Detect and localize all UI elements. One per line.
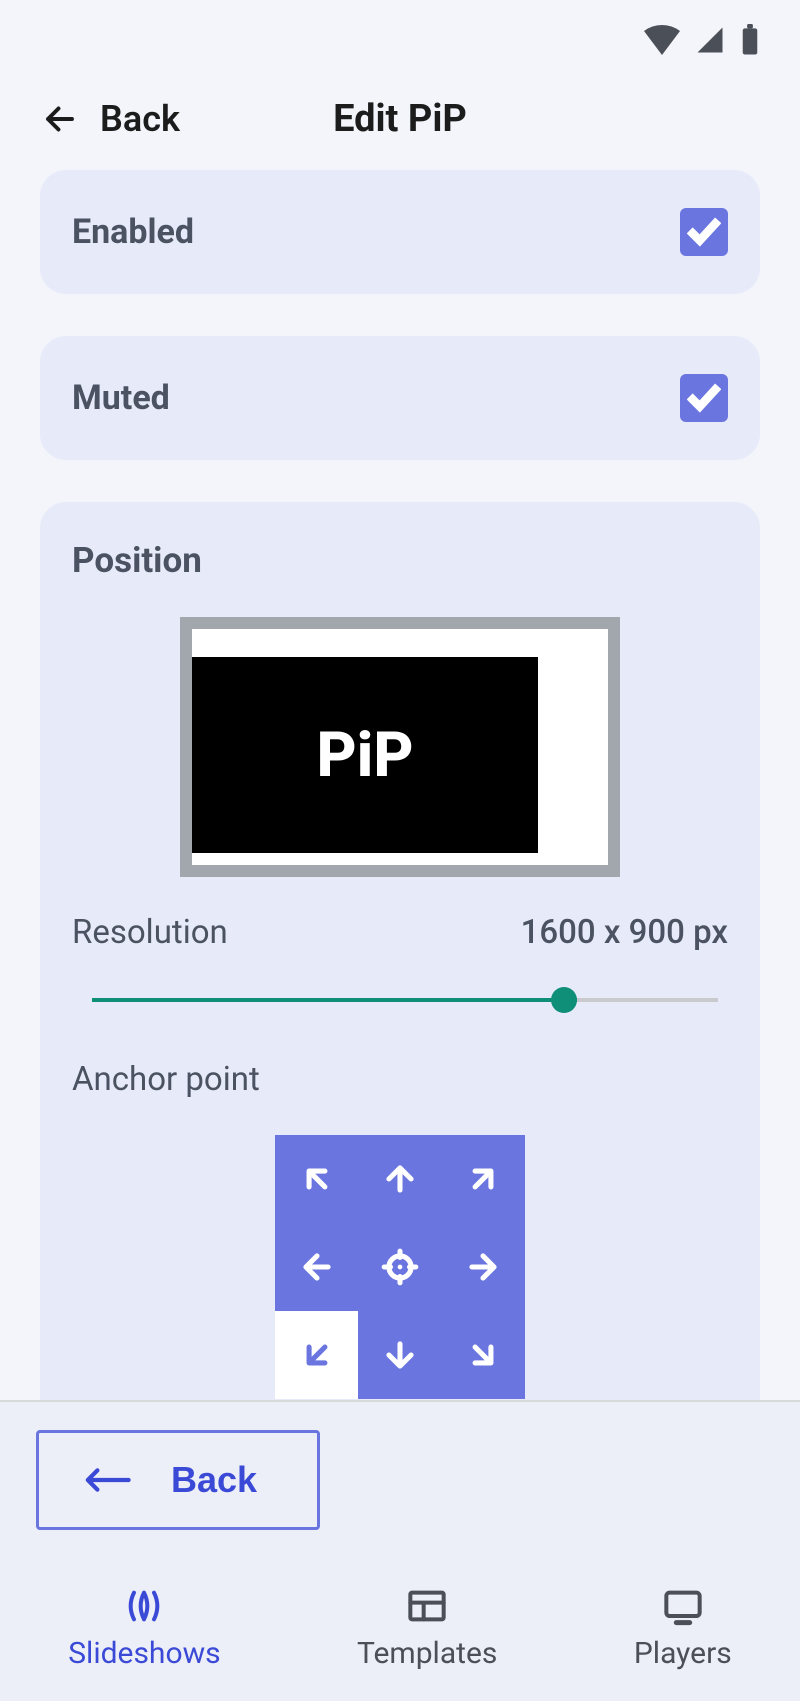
wifi-icon xyxy=(644,25,680,55)
anchor-right[interactable] xyxy=(442,1223,525,1311)
arrow-left-long-icon xyxy=(83,1465,131,1495)
tab-slideshows-label: Slideshows xyxy=(68,1636,220,1671)
arrow-right-icon xyxy=(464,1248,502,1286)
arrow-left-icon xyxy=(298,1248,336,1286)
check-icon xyxy=(687,381,721,415)
back-button[interactable]: Back xyxy=(36,1430,320,1530)
position-title: Position xyxy=(72,540,728,581)
tab-players[interactable]: Players xyxy=(634,1586,732,1671)
enabled-checkbox[interactable] xyxy=(680,208,728,256)
pip-preview[interactable]: PiP xyxy=(180,617,620,877)
back-label: Back xyxy=(100,98,180,140)
tab-templates-label: Templates xyxy=(357,1636,497,1671)
enabled-label: Enabled xyxy=(72,212,194,252)
screen: Back Edit PiP Enabled Muted Position PiP xyxy=(0,0,800,1701)
templates-icon xyxy=(403,1586,451,1626)
tab-slideshows[interactable]: Slideshows xyxy=(68,1586,220,1671)
tab-players-label: Players xyxy=(634,1636,732,1671)
battery-icon xyxy=(740,24,760,56)
slideshows-icon xyxy=(120,1586,168,1626)
anchor-bottom[interactable] xyxy=(358,1311,441,1399)
arrow-up-icon xyxy=(381,1160,419,1198)
signal-icon xyxy=(694,25,726,55)
page-title: Edit PiP xyxy=(333,97,467,141)
back-button-label: Back xyxy=(171,1459,257,1501)
pip-box[interactable]: PiP xyxy=(192,657,538,853)
players-icon xyxy=(659,1586,707,1626)
anchor-top[interactable] xyxy=(358,1135,441,1223)
back-button-header[interactable]: Back xyxy=(40,98,180,140)
anchor-top-left[interactable] xyxy=(275,1135,358,1223)
anchor-bottom-right[interactable] xyxy=(442,1311,525,1399)
tab-templates[interactable]: Templates xyxy=(357,1586,497,1671)
anchor-grid xyxy=(275,1135,525,1399)
bottom-action-bar: Back xyxy=(0,1400,800,1556)
arrow-left-icon xyxy=(40,101,80,137)
arrow-up-right-icon xyxy=(464,1160,502,1198)
arrow-down-right-icon xyxy=(464,1336,502,1374)
resolution-row: Resolution 1600 x 900 px xyxy=(72,913,728,952)
anchor-top-right[interactable] xyxy=(442,1135,525,1223)
check-icon xyxy=(687,215,721,249)
resolution-value: 1600 x 900 px xyxy=(521,913,728,952)
muted-card: Muted xyxy=(40,336,760,460)
slider-fill xyxy=(92,998,577,1002)
tab-bar: Slideshows Templates Players xyxy=(0,1556,800,1701)
position-card: Position PiP Resolution 1600 x 900 px An… xyxy=(40,502,760,1427)
header: Back Edit PiP xyxy=(0,80,800,170)
arrow-down-icon xyxy=(381,1336,419,1374)
resolution-slider[interactable] xyxy=(72,980,728,1020)
muted-checkbox[interactable] xyxy=(680,374,728,422)
arrow-up-left-icon xyxy=(298,1160,336,1198)
muted-label: Muted xyxy=(72,378,170,418)
anchor-left[interactable] xyxy=(275,1223,358,1311)
enabled-card: Enabled xyxy=(40,170,760,294)
anchor-bottom-left[interactable] xyxy=(275,1311,358,1399)
resolution-label: Resolution xyxy=(72,913,228,952)
arrow-down-left-icon xyxy=(298,1336,336,1374)
target-icon xyxy=(381,1248,419,1286)
slider-thumb[interactable] xyxy=(551,987,577,1013)
anchor-center[interactable] xyxy=(358,1223,441,1311)
status-bar xyxy=(0,0,800,80)
anchor-point-label: Anchor point xyxy=(72,1060,728,1099)
